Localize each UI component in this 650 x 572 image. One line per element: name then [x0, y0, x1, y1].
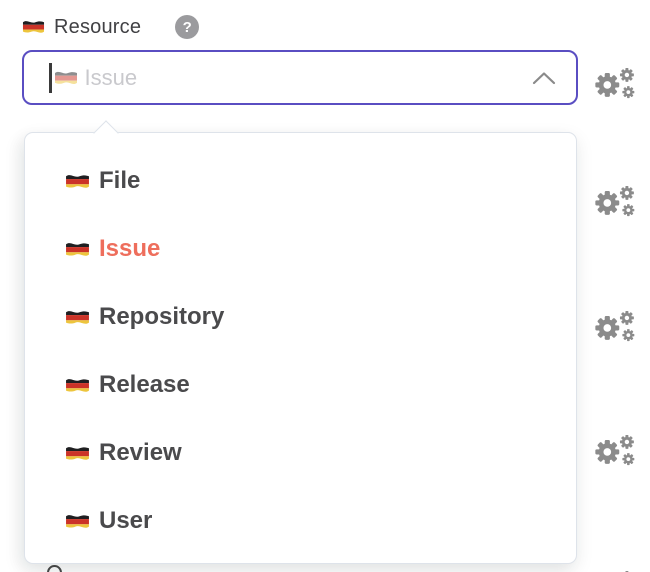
option-issue[interactable]: Issue	[65, 215, 576, 283]
combobox-placeholder: Issue	[85, 65, 138, 91]
resource-field-label-row: Resource ?	[22, 15, 199, 39]
option-label: Review	[99, 439, 182, 467]
occluded-circle-glyph	[47, 565, 62, 572]
option-label: Release	[99, 371, 190, 399]
resource-selector-screen: Resource ? Issue File	[0, 0, 650, 572]
option-label: User	[99, 507, 152, 535]
germany-flag-icon	[22, 18, 45, 36]
option-repository[interactable]: Repository	[65, 283, 576, 351]
chevron-up-icon[interactable]	[531, 71, 557, 85]
settings-gears-icon[interactable]	[592, 182, 636, 222]
germany-flag-icon	[65, 512, 90, 531]
field-label: Resource	[54, 16, 141, 39]
germany-flag-icon	[54, 69, 78, 87]
settings-gears-icon[interactable]	[592, 431, 636, 471]
germany-flag-icon	[65, 376, 90, 395]
option-user[interactable]: User	[65, 487, 576, 555]
settings-gears-icon[interactable]	[592, 64, 636, 104]
settings-gears-icon[interactable]	[592, 567, 636, 572]
option-review[interactable]: Review	[65, 419, 576, 487]
resource-dropdown-menu: File Issue Repository Release Review Use	[24, 132, 577, 564]
germany-flag-icon	[65, 172, 90, 191]
text-caret	[49, 63, 52, 93]
option-file[interactable]: File	[65, 147, 576, 215]
resource-combobox[interactable]: Issue	[22, 50, 578, 105]
option-label: Issue	[99, 235, 160, 263]
settings-gears-icon[interactable]	[592, 307, 636, 347]
germany-flag-icon	[65, 444, 90, 463]
dropdown-options-list: File Issue Repository Release Review Use	[25, 133, 576, 555]
help-icon[interactable]: ?	[175, 15, 199, 39]
germany-flag-icon	[65, 240, 90, 259]
option-label: Repository	[99, 303, 224, 331]
germany-flag-icon	[65, 308, 90, 327]
option-release[interactable]: Release	[65, 351, 576, 419]
option-label: File	[99, 167, 140, 195]
